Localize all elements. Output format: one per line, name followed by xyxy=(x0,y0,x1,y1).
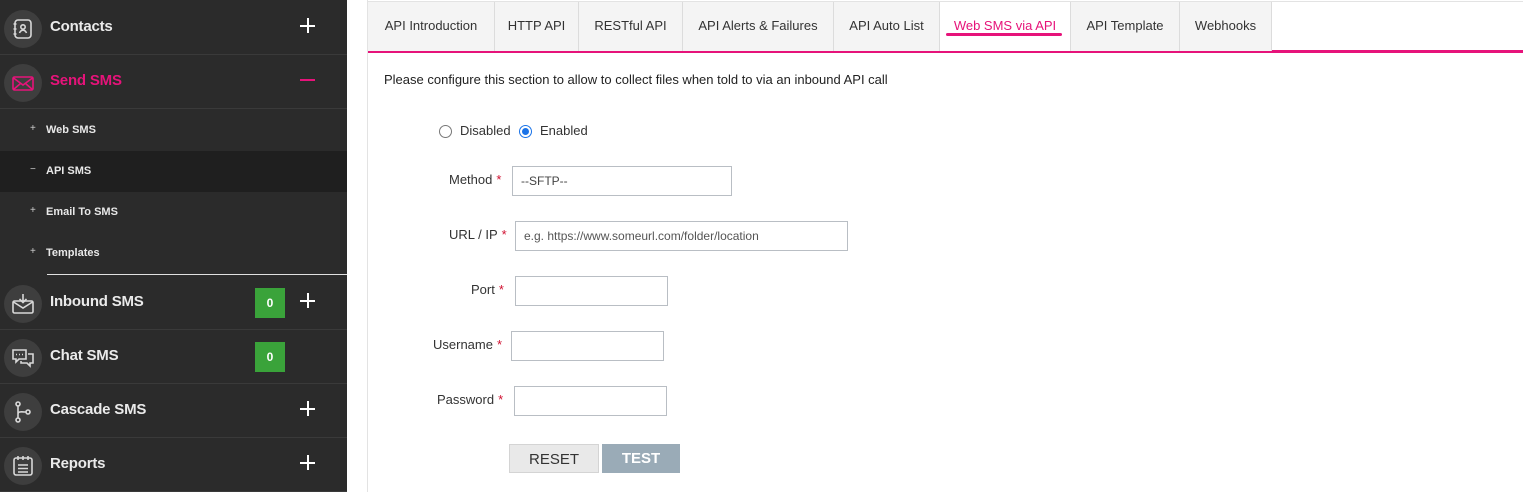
expand-plus-icon[interactable] xyxy=(297,452,319,474)
username-label: Username * xyxy=(433,337,503,352)
tab-api-introduction[interactable]: API Introduction xyxy=(368,2,495,51)
password-label: Password * xyxy=(437,392,504,407)
url-label: URL / IP * xyxy=(449,227,507,242)
contacts-book-icon xyxy=(4,10,42,48)
nav-item-reports[interactable]: Reports xyxy=(0,438,347,492)
sub-item-templates[interactable]: + Templates xyxy=(0,233,347,274)
password-input[interactable] xyxy=(514,386,667,416)
nav-label: Contacts xyxy=(50,18,113,35)
divider xyxy=(47,274,347,275)
expand-plus-icon[interactable] xyxy=(297,398,319,420)
tab-web-sms-via-api[interactable]: Web SMS via API xyxy=(940,2,1071,51)
required-marker: * xyxy=(496,337,503,352)
tab-bar: API Introduction HTTP API RESTful API AP… xyxy=(368,1,1523,53)
nav-item-chat-sms[interactable]: Chat SMS 0 xyxy=(0,330,347,384)
tab-api-alerts-failures[interactable]: API Alerts & Failures xyxy=(683,2,834,51)
url-input[interactable] xyxy=(515,221,848,251)
username-input[interactable] xyxy=(511,331,664,361)
nav-item-inbound-sms[interactable]: Inbound SMS 0 xyxy=(0,276,347,330)
tab-api-auto-list[interactable]: API Auto List xyxy=(834,2,940,51)
section-description: Please configure this section to allow t… xyxy=(384,72,888,87)
branch-icon xyxy=(4,393,42,431)
sub-item-web-sms[interactable]: + Web SMS xyxy=(0,110,347,151)
nav-label: Reports xyxy=(50,455,106,472)
tab-http-api[interactable]: HTTP API xyxy=(495,2,579,51)
plus-bullet-icon: + xyxy=(30,123,36,134)
reset-button[interactable]: RESET xyxy=(509,444,599,473)
radio-disabled-label: Disabled xyxy=(460,123,511,138)
minus-bullet-icon: − xyxy=(30,164,36,175)
sub-item-email-to-sms[interactable]: + Email To SMS xyxy=(0,192,347,233)
required-marker: * xyxy=(501,227,507,242)
sub-item-label: Templates xyxy=(46,247,100,259)
sub-item-label: Email To SMS xyxy=(46,206,118,218)
port-input[interactable] xyxy=(515,276,668,306)
radio-enabled[interactable] xyxy=(519,125,532,138)
expand-plus-icon[interactable] xyxy=(297,290,319,312)
nav-label: Send SMS xyxy=(50,72,122,89)
tab-label: Web SMS via API xyxy=(953,18,1057,33)
nav-label: Chat SMS xyxy=(50,347,119,364)
nav-label: Cascade SMS xyxy=(50,401,147,418)
count-badge: 0 xyxy=(255,288,285,318)
required-marker: * xyxy=(496,172,502,187)
active-tab-underline xyxy=(946,33,1062,36)
sub-item-api-sms[interactable]: − API SMS xyxy=(0,151,347,192)
nav-label: Inbound SMS xyxy=(50,293,144,310)
test-button[interactable]: TEST xyxy=(602,444,680,473)
method-select[interactable]: --SFTP-- xyxy=(512,166,732,196)
required-marker: * xyxy=(498,282,504,297)
sub-item-label: Web SMS xyxy=(46,124,96,136)
plus-bullet-icon: + xyxy=(30,205,36,216)
collapse-minus-icon[interactable] xyxy=(297,69,319,91)
required-marker: * xyxy=(498,392,504,407)
count-badge: 0 xyxy=(255,342,285,372)
radio-enabled-label: Enabled xyxy=(540,123,588,138)
report-list-icon xyxy=(4,447,42,485)
tab-restful-api[interactable]: RESTful API xyxy=(579,2,683,51)
tab-webhooks[interactable]: Webhooks xyxy=(1180,2,1272,51)
sub-item-label: API SMS xyxy=(46,165,92,177)
method-label: Method * xyxy=(449,172,502,187)
envelope-icon xyxy=(4,64,42,102)
nav-item-cascade-sms[interactable]: Cascade SMS xyxy=(0,384,347,438)
nav-item-contacts[interactable]: Contacts xyxy=(0,1,347,55)
port-label: Port * xyxy=(471,282,504,297)
nav-item-send-sms[interactable]: Send SMS xyxy=(0,55,347,109)
main-content: API Introduction HTTP API RESTful API AP… xyxy=(367,0,1523,492)
plus-bullet-icon: + xyxy=(30,246,36,257)
radio-disabled[interactable] xyxy=(439,125,452,138)
tab-api-template[interactable]: API Template xyxy=(1071,2,1180,51)
chat-bubbles-icon xyxy=(4,339,42,377)
inbox-download-icon xyxy=(4,285,42,323)
expand-plus-icon[interactable] xyxy=(297,15,319,37)
sidebar: Contacts Send SMS + Web SMS − API SMS + xyxy=(0,0,347,492)
